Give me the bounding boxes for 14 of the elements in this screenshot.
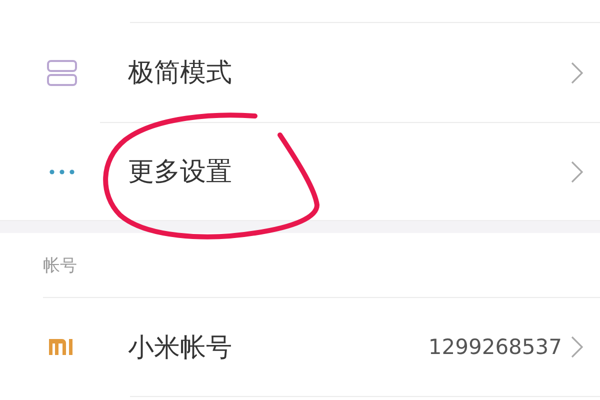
row-label: 小米帐号	[128, 332, 233, 364]
section-header: 帐号	[43, 254, 77, 276]
chevron-icon	[570, 335, 584, 359]
row-label: 极简模式	[128, 57, 233, 90]
settings-row[interactable]: 小米帐号 1299268537	[0, 298, 600, 396]
row-label: 更多设置	[128, 156, 233, 189]
logo-icon	[49, 339, 75, 355]
settings-row[interactable]: 更多设置	[0, 123, 600, 220]
more-dots-icon	[49, 168, 75, 174]
chevron-icon	[570, 60, 584, 84]
settings-row[interactable]: 极简模式	[0, 23, 600, 122]
chevron-icon	[570, 160, 584, 184]
stacked-rectangles-icon	[47, 60, 77, 86]
row-value: 1299268537	[428, 335, 562, 359]
